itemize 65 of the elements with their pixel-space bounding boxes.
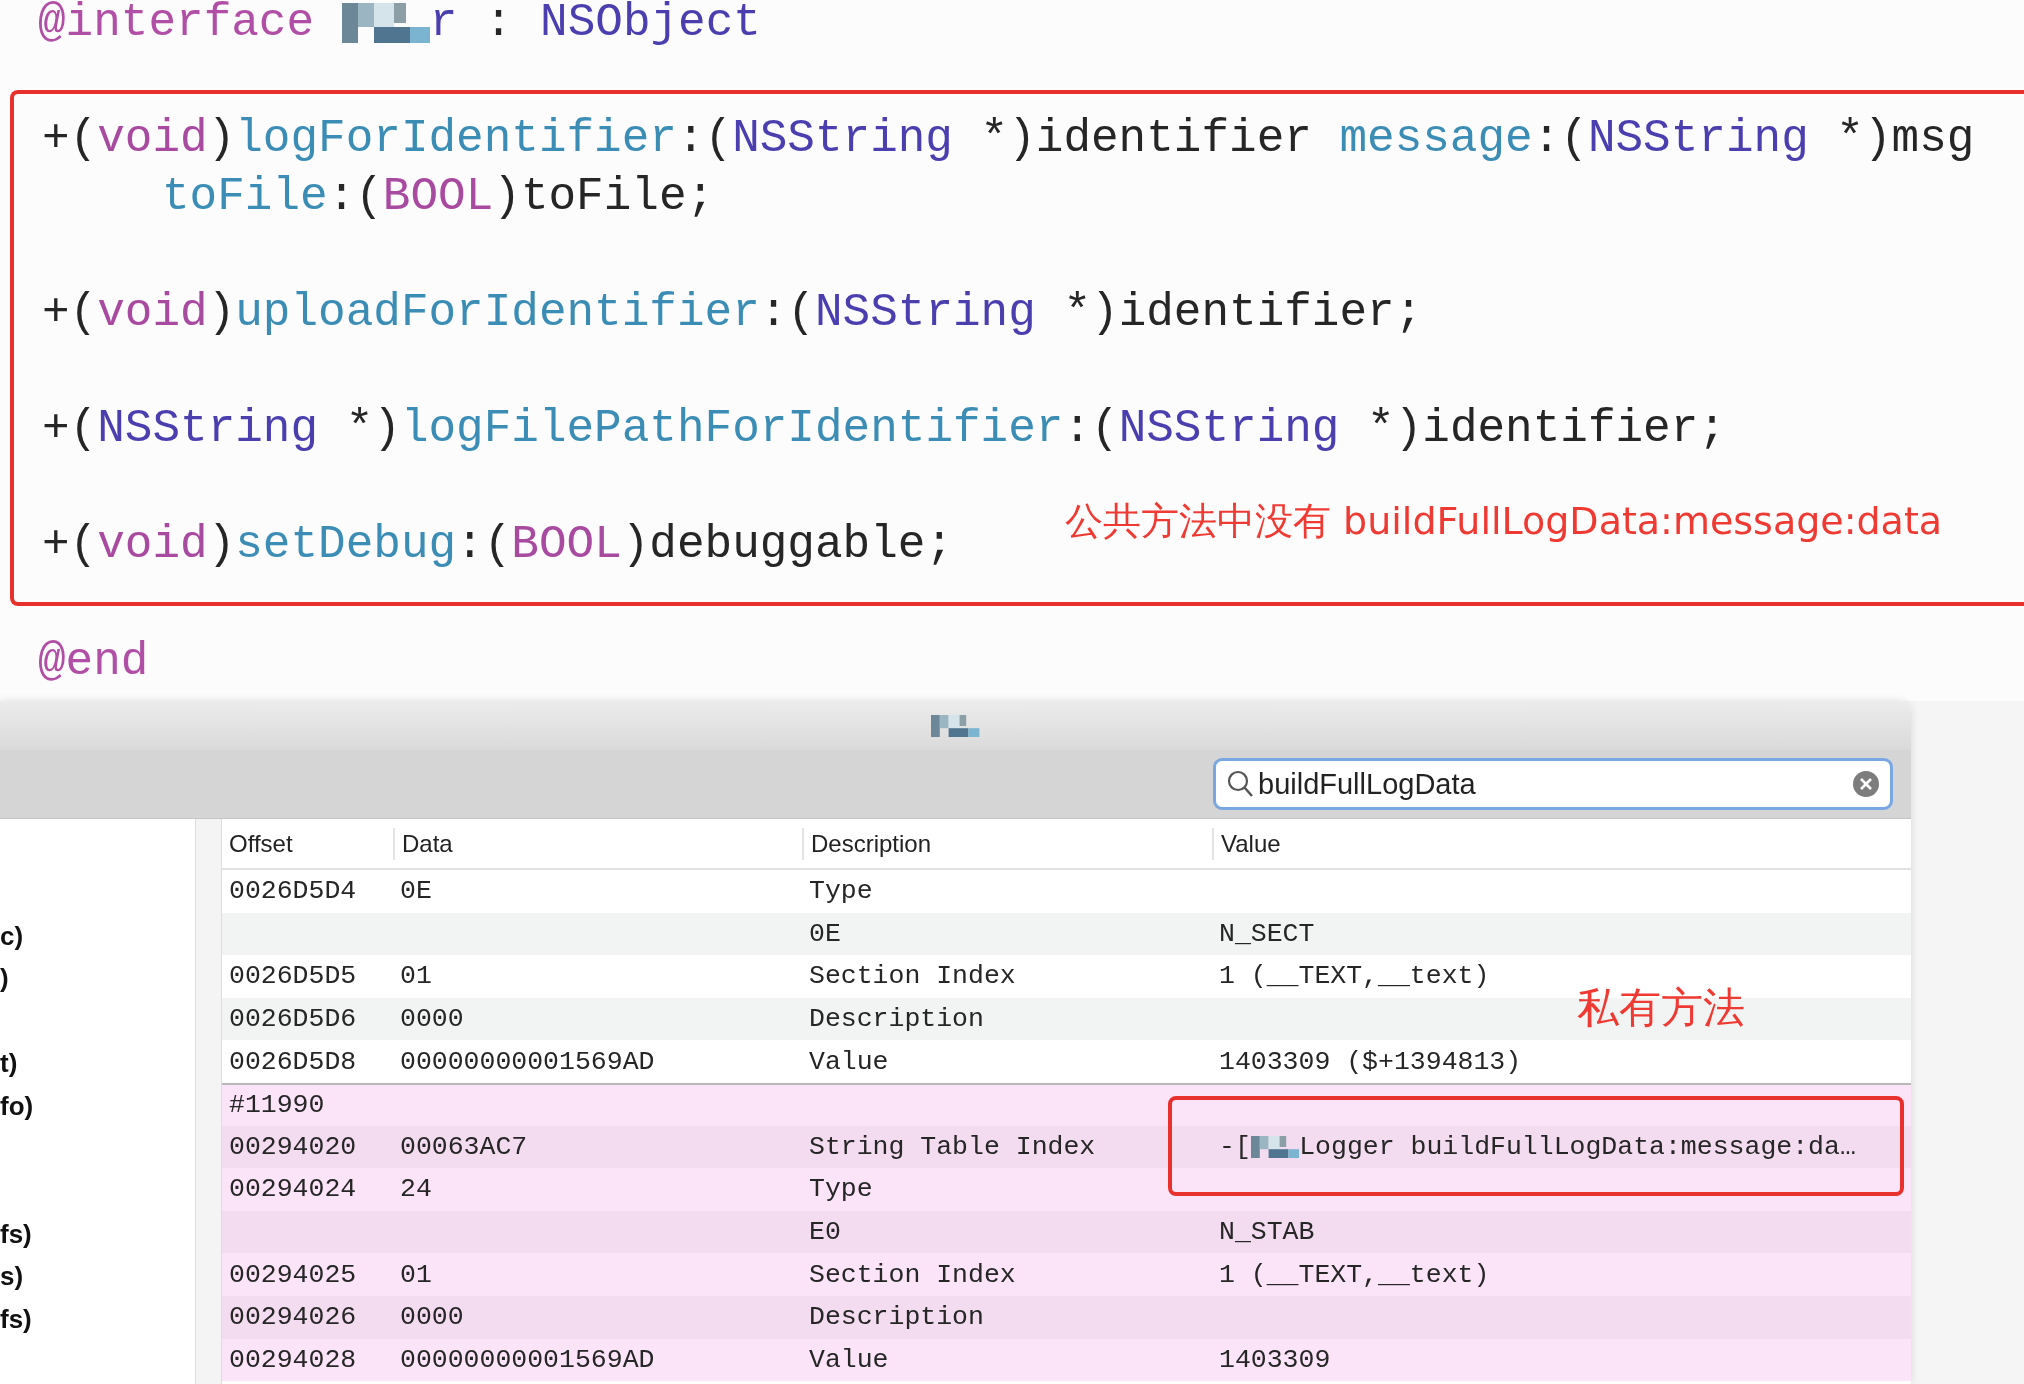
column-header[interactable]: Value — [1212, 827, 1911, 860]
table-cell-text: 0026D5D4 — [228, 876, 357, 907]
redaction-blur — [931, 714, 980, 737]
table-cell-text: 00294028 — [228, 1344, 357, 1375]
table-cell-text: 1 (__TEXT,__text) — [1218, 1259, 1490, 1290]
sidebar-item[interactable]: c) — [0, 914, 195, 958]
table-cell-text: 00294026 — [228, 1302, 357, 1333]
table-cell-text: 0000 — [399, 1302, 464, 1333]
table-cell-text: 01 — [399, 961, 432, 992]
table-cell-text: Value — [808, 1344, 889, 1375]
search-icon — [1226, 769, 1254, 799]
sidebar-item[interactable]: t) — [0, 1042, 195, 1085]
table-cell-text: 0026D5D8 — [228, 1046, 357, 1077]
table-cell-text: Description — [808, 1004, 984, 1035]
code-line: +(NSString *)logFilePathForIdentifier:(NSString *)identifier; — [42, 402, 1726, 457]
column-header[interactable]: Data — [393, 827, 802, 860]
table-cell-text: N_SECT — [1218, 918, 1315, 949]
table-cell-text: Section Index — [808, 961, 1016, 992]
table-cell-text: Type — [808, 876, 873, 907]
code-line: @end — [38, 635, 149, 690]
table-cell-text: 01 — [399, 1259, 432, 1290]
sidebar-item[interactable]: fs) — [0, 1212, 195, 1256]
table-cell: Logger buildFullLogData:message:da… — [1299, 1131, 1856, 1162]
search-input[interactable]: buildFullLogData — [1258, 767, 1848, 801]
column-header[interactable]: Offset — [222, 827, 393, 860]
table-cell-text: 24 — [399, 1174, 432, 1205]
table-cell-text: N_STAB — [1218, 1217, 1315, 1248]
table-cell-text: 00294020 — [228, 1131, 357, 1162]
annotation-text: 公共方法中没有 buildFullLogData:message:data — [1065, 498, 1943, 545]
code-line: toFile:(BOOL)toFile; — [162, 170, 715, 225]
sidebar-item[interactable]: fs) — [0, 1297, 195, 1341]
code-text: r : NSObject — [429, 0, 761, 51]
sidebar-item[interactable]: ) — [0, 957, 195, 1000]
redaction-blur — [1250, 1135, 1300, 1158]
table-cell-text: 0026D5D5 — [228, 961, 357, 992]
table-cell-text: 1403309 ($+1394813) — [1218, 1046, 1522, 1077]
table-cell-text: 00000000001569AD — [399, 1046, 655, 1077]
code-line: +(void)setDebug:(BOOL)debuggable; — [42, 518, 953, 573]
code-line: +(void)uploadForIdentifier:(NSString *)identifier; — [42, 286, 1423, 341]
table-cell-text: String Table Index — [808, 1131, 1096, 1162]
table-cell-text: Section Index — [808, 1259, 1016, 1290]
table-cell-text: 0026D5D6 — [228, 1004, 357, 1035]
table-cell-text: 00294024 — [228, 1174, 357, 1205]
annotation-text: 私有方法 — [1577, 982, 1745, 1034]
table-cell-text: 00063AC7 — [399, 1131, 528, 1162]
table-cell-text: 0E — [399, 876, 432, 907]
table-cell-text: 0000 — [399, 1004, 464, 1035]
table-cell-text: 0E — [808, 918, 841, 949]
table-cell-text: #11990 — [228, 1090, 325, 1121]
table-cell-text: 00294025 — [228, 1259, 357, 1290]
table-cell-text: 1403309 — [1218, 1344, 1331, 1375]
clear-icon[interactable] — [1852, 770, 1880, 798]
search-field[interactable]: buildFullLogData — [1213, 758, 1893, 810]
column-header[interactable]: Description — [802, 827, 1212, 860]
table-cell: -[ — [1219, 1131, 1251, 1162]
table-cell-text: 1 (__TEXT,__text) — [1218, 961, 1490, 992]
table-cell-text: Type — [808, 1174, 873, 1205]
sidebar-item[interactable]: s) — [0, 1255, 195, 1298]
code-text: @interface — [38, 0, 316, 51]
code-line: +(void)logForIdentifier:(NSString *)identifier message:(NSString *)msg — [42, 112, 1975, 167]
table-cell-text: 00000000001569AD — [399, 1344, 655, 1375]
table-cell-text: E0 — [808, 1217, 841, 1248]
sidebar-item[interactable]: fo) — [0, 1084, 195, 1128]
table-cell-text: Value — [808, 1046, 889, 1077]
table-cell-text: Description — [808, 1302, 984, 1333]
